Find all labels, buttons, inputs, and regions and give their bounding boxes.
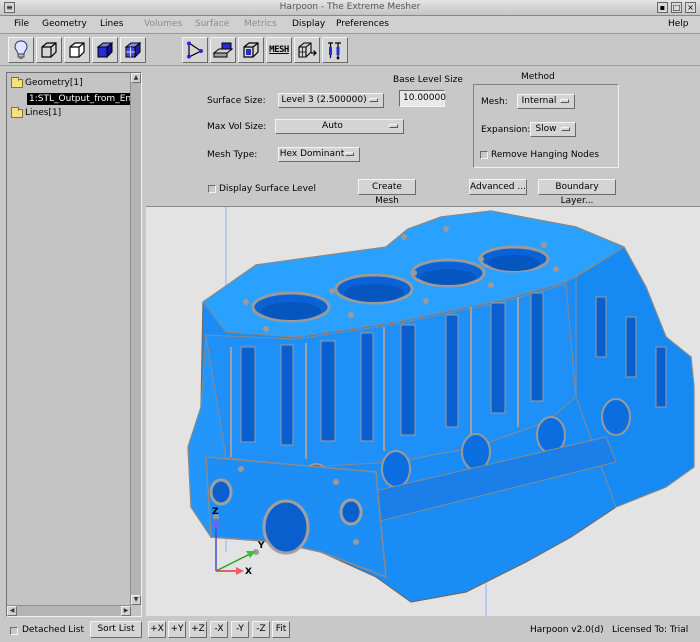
nodes-button[interactable] <box>182 37 208 63</box>
window-title: Harpoon - The Extreme Mesher <box>279 2 421 12</box>
view-minus-y-button[interactable]: -Y <box>231 621 249 638</box>
sort-list-button[interactable]: Sort List <box>90 621 142 638</box>
base-level-size-label: Base Level Size <box>393 75 463 85</box>
axis-z-label: Z <box>212 507 219 517</box>
dropdown-indicator-icon <box>561 127 570 131</box>
wireframe-cube-icon <box>41 42 57 58</box>
tree-vertical-scrollbar[interactable]: ▲ ▼ <box>130 73 141 605</box>
surface-size-select[interactable]: Level 3 (2.500000) <box>278 93 384 108</box>
method-title: Method <box>521 72 555 82</box>
dropdown-indicator-icon <box>345 152 354 156</box>
version-label: Harpoon v2.0(d) <box>530 625 604 635</box>
max-vol-size-select[interactable]: Auto <box>275 119 404 134</box>
menu-help[interactable]: Help <box>668 19 689 29</box>
tree-item-geometry[interactable]: Geometry[1] <box>11 76 83 89</box>
remove-hanging-nodes-label: Remove Hanging Nodes <box>491 150 600 160</box>
tree-item-stl-output[interactable]: 1:STL_Output_from_En <box>27 93 133 105</box>
surface-size-value: Level 3 (2.500000) <box>281 95 367 105</box>
scroll-right-icon[interactable]: ▶ <box>121 606 131 616</box>
advanced-button[interactable]: Advanced ... <box>469 179 527 195</box>
display-surface-level-checkbox[interactable] <box>208 185 216 193</box>
axis-x-label: X <box>245 567 252 577</box>
hidden-line-cube-icon <box>69 42 85 58</box>
surface-refine-icon <box>213 42 233 58</box>
shaded-cube-icon <box>96 41 114 59</box>
minimize-icon[interactable]: ▪ <box>657 2 668 13</box>
create-mesh-button[interactable]: Create Mesh <box>358 179 416 206</box>
tree-item-geometry-label: Geometry[1] <box>25 78 83 88</box>
view-plus-y-button[interactable]: +Y <box>168 621 186 638</box>
boundary-layer-button[interactable]: Boundary Layer... <box>538 179 616 206</box>
mesh-export-icon <box>298 42 317 58</box>
toolbar: MESH <box>0 34 700 66</box>
max-vol-size-value: Auto <box>322 121 343 131</box>
tree-horizontal-scrollbar[interactable]: ◀ ▶ <box>7 605 131 616</box>
expansion-select[interactable]: Slow <box>530 122 576 137</box>
detached-list-checkbox[interactable] <box>10 627 18 635</box>
tree-item-lines-label: Lines[1] <box>25 108 62 118</box>
axis-y-label: Y <box>258 541 265 551</box>
scroll-up-icon[interactable]: ▲ <box>131 73 141 83</box>
mesh-type-select[interactable]: Hex Dominant <box>278 147 360 162</box>
view-minus-x-button[interactable]: -X <box>210 621 228 638</box>
menu-preferences[interactable]: Preferences <box>336 19 389 29</box>
expansion-label: Expansion: <box>481 125 531 135</box>
folder-open-icon <box>11 76 23 88</box>
menu-file[interactable]: File <box>14 19 29 29</box>
volume-mesh-button[interactable] <box>238 37 264 63</box>
folder-icon <box>11 106 23 118</box>
scroll-left-icon[interactable]: ◀ <box>7 606 17 616</box>
lightbulb-button[interactable] <box>8 37 34 63</box>
display-surface-level-label: Display Surface Level <box>219 184 316 194</box>
solver-export-button[interactable] <box>322 37 348 63</box>
menu-bar: File Geometry Lines Volumes Surface Metr… <box>0 16 700 34</box>
maximize-icon[interactable]: □ <box>671 2 682 13</box>
dropdown-indicator-icon <box>389 124 398 128</box>
method-mesh-select[interactable]: Internal <box>517 94 575 109</box>
menu-surface[interactable]: Surface <box>195 19 229 29</box>
status-bar: Detached List Sort List +X +Y +Z -X -Y -… <box>0 618 700 642</box>
menu-lines[interactable]: Lines <box>100 19 123 29</box>
mesh-icon-label: MESH <box>269 45 289 55</box>
close-icon[interactable]: × <box>685 2 696 13</box>
mesh-export-button[interactable] <box>294 37 320 63</box>
mesh-type-label: Mesh Type: <box>207 150 258 160</box>
view-plus-z-button[interactable]: +Z <box>189 621 207 638</box>
3d-viewport[interactable]: Z Y X <box>146 206 700 617</box>
mesh-button[interactable]: MESH <box>266 37 292 63</box>
shaded-mesh-cube-icon <box>124 41 142 59</box>
menu-metrics[interactable]: Metrics <box>244 19 277 29</box>
view-minus-z-button[interactable]: -Z <box>252 621 270 638</box>
volume-mesh-icon <box>243 42 259 58</box>
lightbulb-icon <box>14 40 28 59</box>
dropdown-indicator-icon <box>369 98 378 102</box>
menu-display[interactable]: Display <box>292 19 325 29</box>
scroll-down-icon[interactable]: ▼ <box>131 595 141 605</box>
wireframe-cube-button[interactable] <box>36 37 62 63</box>
base-level-size-input[interactable]: 10.00000 <box>399 90 446 107</box>
surface-refine-button[interactable] <box>210 37 236 63</box>
max-vol-size-label: Max Vol Size: <box>207 122 267 132</box>
license-label: Licensed To: Trial <box>612 625 689 635</box>
window-menu-icon[interactable]: ≡ <box>4 2 15 13</box>
solver-export-icon <box>328 42 341 60</box>
geometry-tree[interactable]: Geometry[1] 1:STL_Output_from_En Lines[1… <box>6 72 142 617</box>
view-plus-x-button[interactable]: +X <box>148 621 166 638</box>
menu-geometry[interactable]: Geometry <box>42 19 87 29</box>
menu-volumes[interactable]: Volumes <box>144 19 182 29</box>
surface-size-label: Surface Size: <box>207 96 266 106</box>
nodes-triangle-icon <box>187 41 203 59</box>
dropdown-indicator-icon <box>560 99 569 103</box>
title-bar: Harpoon - The Extreme Mesher ≡ ▪ □ × <box>0 0 700 16</box>
shaded-cube-button[interactable] <box>92 37 118 63</box>
shaded-mesh-cube-button[interactable] <box>120 37 146 63</box>
tree-item-lines[interactable]: Lines[1] <box>11 106 62 119</box>
detached-list-label: Detached List <box>22 625 85 635</box>
fit-button[interactable]: Fit <box>272 621 290 638</box>
method-mesh-label: Mesh: <box>481 97 508 107</box>
hidden-line-cube-button[interactable] <box>64 37 90 63</box>
remove-hanging-nodes-checkbox[interactable] <box>480 151 488 159</box>
